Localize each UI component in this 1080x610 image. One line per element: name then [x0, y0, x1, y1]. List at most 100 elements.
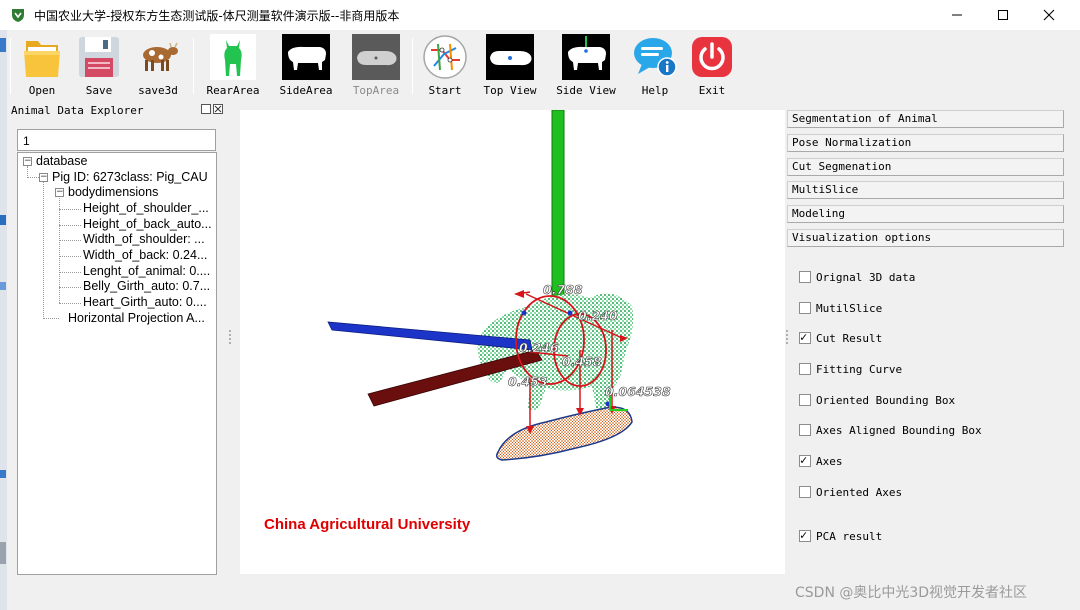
app-shield-icon	[12, 9, 24, 22]
option-label: Fitting Curve	[816, 362, 903, 376]
tree-node-pig[interactable]: Pig ID: 6273class: Pig_CAU	[52, 169, 208, 185]
explorer-dock-header: Animal Data Explorer	[7, 101, 227, 119]
power-icon	[692, 37, 732, 77]
checkbox-checked[interactable]	[799, 528, 811, 542]
measure-label: 0.240	[578, 308, 618, 323]
option-label: PCA result	[816, 529, 883, 543]
info-bubble-icon	[634, 38, 677, 77]
minimize-button[interactable]	[934, 0, 980, 30]
save3d-button-label: save3d	[138, 84, 178, 97]
tree-item[interactable]: Lenght_of_animal: 0....	[83, 263, 210, 279]
close-icon	[214, 105, 222, 113]
floppy-disk-icon	[79, 37, 119, 77]
side-view-icon	[562, 34, 610, 80]
pig-top-silhouette-icon	[352, 34, 400, 80]
option-label: Oriented Bounding Box	[816, 393, 956, 407]
tree-item[interactable]: Height_of_shoulder_...	[83, 200, 209, 216]
section-segmentation[interactable]: Segmentation of Animal	[787, 110, 1064, 128]
dock-close-button[interactable]	[213, 104, 223, 114]
option-oriented-axes[interactable]: Oriented Axes	[799, 484, 902, 500]
tree-expander[interactable]: −	[55, 188, 64, 197]
option-label: Axes Aligned Bounding Box	[816, 423, 982, 437]
background-window-edge	[0, 30, 7, 610]
checkbox[interactable]	[799, 302, 811, 314]
option-mutilslice[interactable]: MutilSlice	[799, 300, 882, 316]
explorer-tree[interactable]: − database − Pig ID: 6273class: Pig_CAU …	[17, 152, 217, 575]
section-multislice[interactable]: MultiSlice	[787, 181, 1064, 199]
option-axes-aligned-bounding-box[interactable]: Axes Aligned Bounding Box	[799, 422, 982, 438]
top-view-button[interactable]: Top View	[477, 32, 543, 98]
rear-area-button[interactable]: RearArea	[200, 32, 266, 98]
tree-node-bodydimensions[interactable]: bodydimensions	[68, 184, 158, 200]
tree-expander[interactable]: −	[39, 173, 48, 182]
option-axes[interactable]: Axes	[799, 453, 843, 469]
section-modeling[interactable]: Modeling	[787, 205, 1064, 223]
tree-item[interactable]: Width_of_back: 0.24...	[83, 247, 207, 263]
section-visualization-options[interactable]: Visualization options	[787, 229, 1064, 247]
checkbox[interactable]	[799, 271, 811, 283]
checkbox[interactable]	[799, 363, 811, 375]
start-button[interactable]: Start	[412, 32, 478, 98]
window-title: 中国农业大学-授权东方生态测试版-体尺测量软件演示版--非商用版本	[34, 8, 400, 23]
exit-button[interactable]: Exit	[679, 32, 745, 98]
option-oriented-bounding-box[interactable]: Oriented Bounding Box	[799, 392, 955, 408]
title-bar: 中国农业大学-授权东方生态测试版-体尺测量软件演示版--非商用版本	[0, 0, 1080, 30]
open-button-label: Open	[28, 84, 56, 97]
tree-node-database[interactable]: database	[36, 153, 87, 169]
close-button[interactable]	[1026, 0, 1072, 30]
tree-item[interactable]: Width_of_shoulder: ...	[83, 231, 205, 247]
measure-label: 0.246	[519, 340, 559, 355]
close-icon	[1043, 9, 1055, 21]
option-label: Orignal 3D data	[816, 270, 916, 284]
checkbox-checked[interactable]	[799, 330, 811, 344]
dock-float-button[interactable]	[201, 104, 211, 114]
measure-label: 0.064538	[605, 384, 671, 399]
section-pose-normalization[interactable]: Pose Normalization	[787, 134, 1064, 152]
left-splitter-handle[interactable]	[229, 330, 231, 344]
3d-viewport[interactable]: 0.788 0.240 0.246 0.458 0.453 0.064538 C…	[240, 110, 785, 574]
explorer-search-field[interactable]: 1	[17, 129, 216, 151]
side-area-button-label: SideArea	[279, 84, 333, 97]
tree-item[interactable]: Heart_Girth_auto: 0....	[83, 294, 207, 310]
ground-slice	[495, 406, 633, 461]
section-cut-segmentation[interactable]: Cut Segmenation	[787, 158, 1064, 176]
option-label: Oriented Axes	[816, 485, 903, 499]
maximize-button[interactable]	[980, 0, 1026, 30]
pig-side-silhouette-icon	[282, 34, 330, 80]
csdn-watermark: CSDN @奥比中光3D视觉开发者社区	[795, 585, 1028, 601]
option-label: Axes	[816, 454, 843, 468]
help-button-label: Help	[641, 84, 669, 97]
measure-label: 0.458	[562, 354, 602, 369]
option-cut-result[interactable]: Cut Result	[799, 330, 882, 346]
tree-item[interactable]: Height_of_back_auto...	[83, 216, 212, 232]
side-area-button[interactable]: SideArea	[273, 32, 339, 98]
top-area-button[interactable]: TopArea	[343, 32, 409, 98]
checkbox[interactable]	[799, 424, 811, 436]
option-label: Cut Result	[816, 331, 883, 345]
metro-map-icon	[423, 35, 467, 79]
top-view-icon	[486, 34, 534, 80]
option-original-3d-data[interactable]: Orignal 3D data	[799, 269, 915, 285]
top-area-button-label: TopArea	[352, 84, 400, 97]
side-view-button[interactable]: Side View	[553, 32, 619, 98]
checkbox[interactable]	[799, 486, 811, 498]
toolbar-separator	[193, 38, 194, 94]
option-fitting-curve[interactable]: Fitting Curve	[799, 361, 902, 377]
point-cloud-scene: 0.788 0.240 0.246 0.458 0.453 0.064538	[327, 110, 671, 461]
tool-panel: Segmentation of Animal Pose Normalizatio…	[787, 110, 1065, 575]
tree-expander[interactable]: −	[23, 157, 32, 166]
rear-area-button-label: RearArea	[206, 84, 260, 97]
folder-icon	[24, 41, 60, 77]
top-view-button-label: Top View	[483, 84, 537, 97]
save-button[interactable]: Save	[66, 32, 132, 98]
measure-label: 0.453	[508, 374, 548, 389]
save-button-label: Save	[85, 84, 113, 97]
save3d-button[interactable]: save3d	[125, 32, 191, 98]
checkbox[interactable]	[799, 394, 811, 406]
checkbox-checked[interactable]	[799, 453, 811, 467]
tree-item[interactable]: Belly_Girth_auto: 0.7...	[83, 278, 210, 294]
cow-icon	[143, 42, 178, 71]
option-pca-result[interactable]: PCA result	[799, 528, 882, 544]
tree-node-horizontal-projection[interactable]: Horizontal Projection A...	[68, 310, 205, 326]
main-toolbar: Open Save save3d RearArea SideArea TopAr…	[7, 30, 1080, 100]
